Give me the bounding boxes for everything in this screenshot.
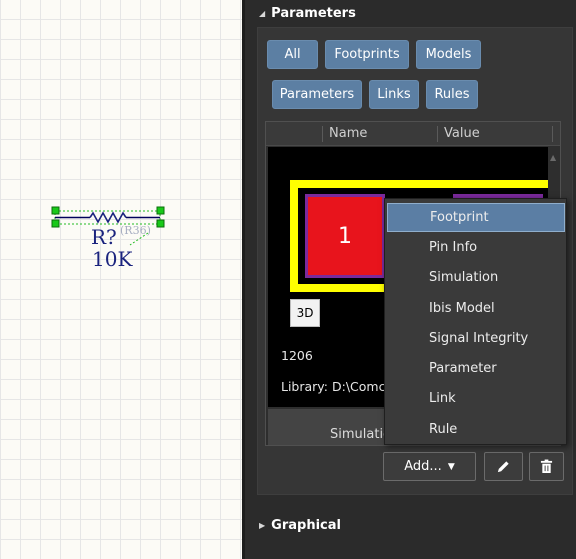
trash-icon — [540, 459, 553, 473]
filter-models-button[interactable]: Models — [416, 40, 481, 69]
collapse-triangle-icon: ▶ — [259, 520, 266, 530]
filter-parameters-button[interactable]: Parameters — [272, 80, 362, 109]
footprint-name: 1206 — [281, 348, 313, 363]
component-value[interactable]: 10K — [92, 247, 132, 271]
model-row-label: Simulatio — [330, 427, 392, 442]
toggle-3d-button[interactable]: 3D — [290, 299, 320, 327]
column-header-name[interactable]: Name — [329, 126, 367, 141]
edit-button[interactable] — [484, 452, 523, 481]
menu-item-simulation[interactable]: Simulation — [387, 263, 565, 292]
menu-item-footprint[interactable]: Footprint — [387, 203, 565, 232]
scroll-up-arrow-icon[interactable]: ▲ — [550, 153, 556, 162]
component-designator[interactable]: R? — [91, 225, 117, 249]
dropdown-arrow-icon: ▼ — [447, 461, 455, 472]
menu-item-pin-info[interactable]: Pin Info — [387, 233, 565, 262]
graphical-section-title: Graphical — [271, 517, 341, 533]
parameters-section-title: Parameters — [271, 5, 356, 21]
footprint-library: Library: D:\Comc — [281, 379, 386, 394]
expand-triangle-icon: ◢ — [259, 8, 266, 18]
filter-footprints-button[interactable]: Footprints — [325, 40, 409, 69]
menu-item-link[interactable]: Link — [387, 384, 565, 413]
add-context-menu: Footprint Pin Info Simulation Ibis Model… — [384, 198, 567, 445]
menu-item-signal-integrity[interactable]: Signal Integrity — [387, 324, 565, 353]
filter-links-button[interactable]: Links — [369, 80, 419, 109]
component-designator-note: (R36) — [120, 224, 151, 237]
delete-button[interactable] — [529, 452, 564, 481]
filter-all-button[interactable]: All — [267, 40, 318, 69]
menu-item-rule[interactable]: Rule — [387, 415, 565, 444]
menu-item-parameter[interactable]: Parameter — [387, 354, 565, 383]
schematic-canvas[interactable]: R? (R36) 10K — [0, 0, 242, 559]
pencil-icon — [497, 461, 509, 473]
footprint-pad-1: 1 — [305, 194, 385, 278]
add-button-label: Add... — [404, 459, 442, 474]
pad-number: 1 — [338, 223, 352, 249]
menu-item-ibis-model[interactable]: Ibis Model — [387, 294, 565, 323]
filter-rules-button[interactable]: Rules — [426, 80, 478, 109]
column-header-value[interactable]: Value — [444, 126, 480, 141]
add-button[interactable]: Add... ▼ — [383, 452, 476, 481]
graphical-section-header[interactable]: ▶ Graphical — [259, 515, 341, 535]
parameters-section-header[interactable]: ◢ Parameters — [259, 3, 356, 23]
grid-header: Name Value — [266, 122, 560, 146]
